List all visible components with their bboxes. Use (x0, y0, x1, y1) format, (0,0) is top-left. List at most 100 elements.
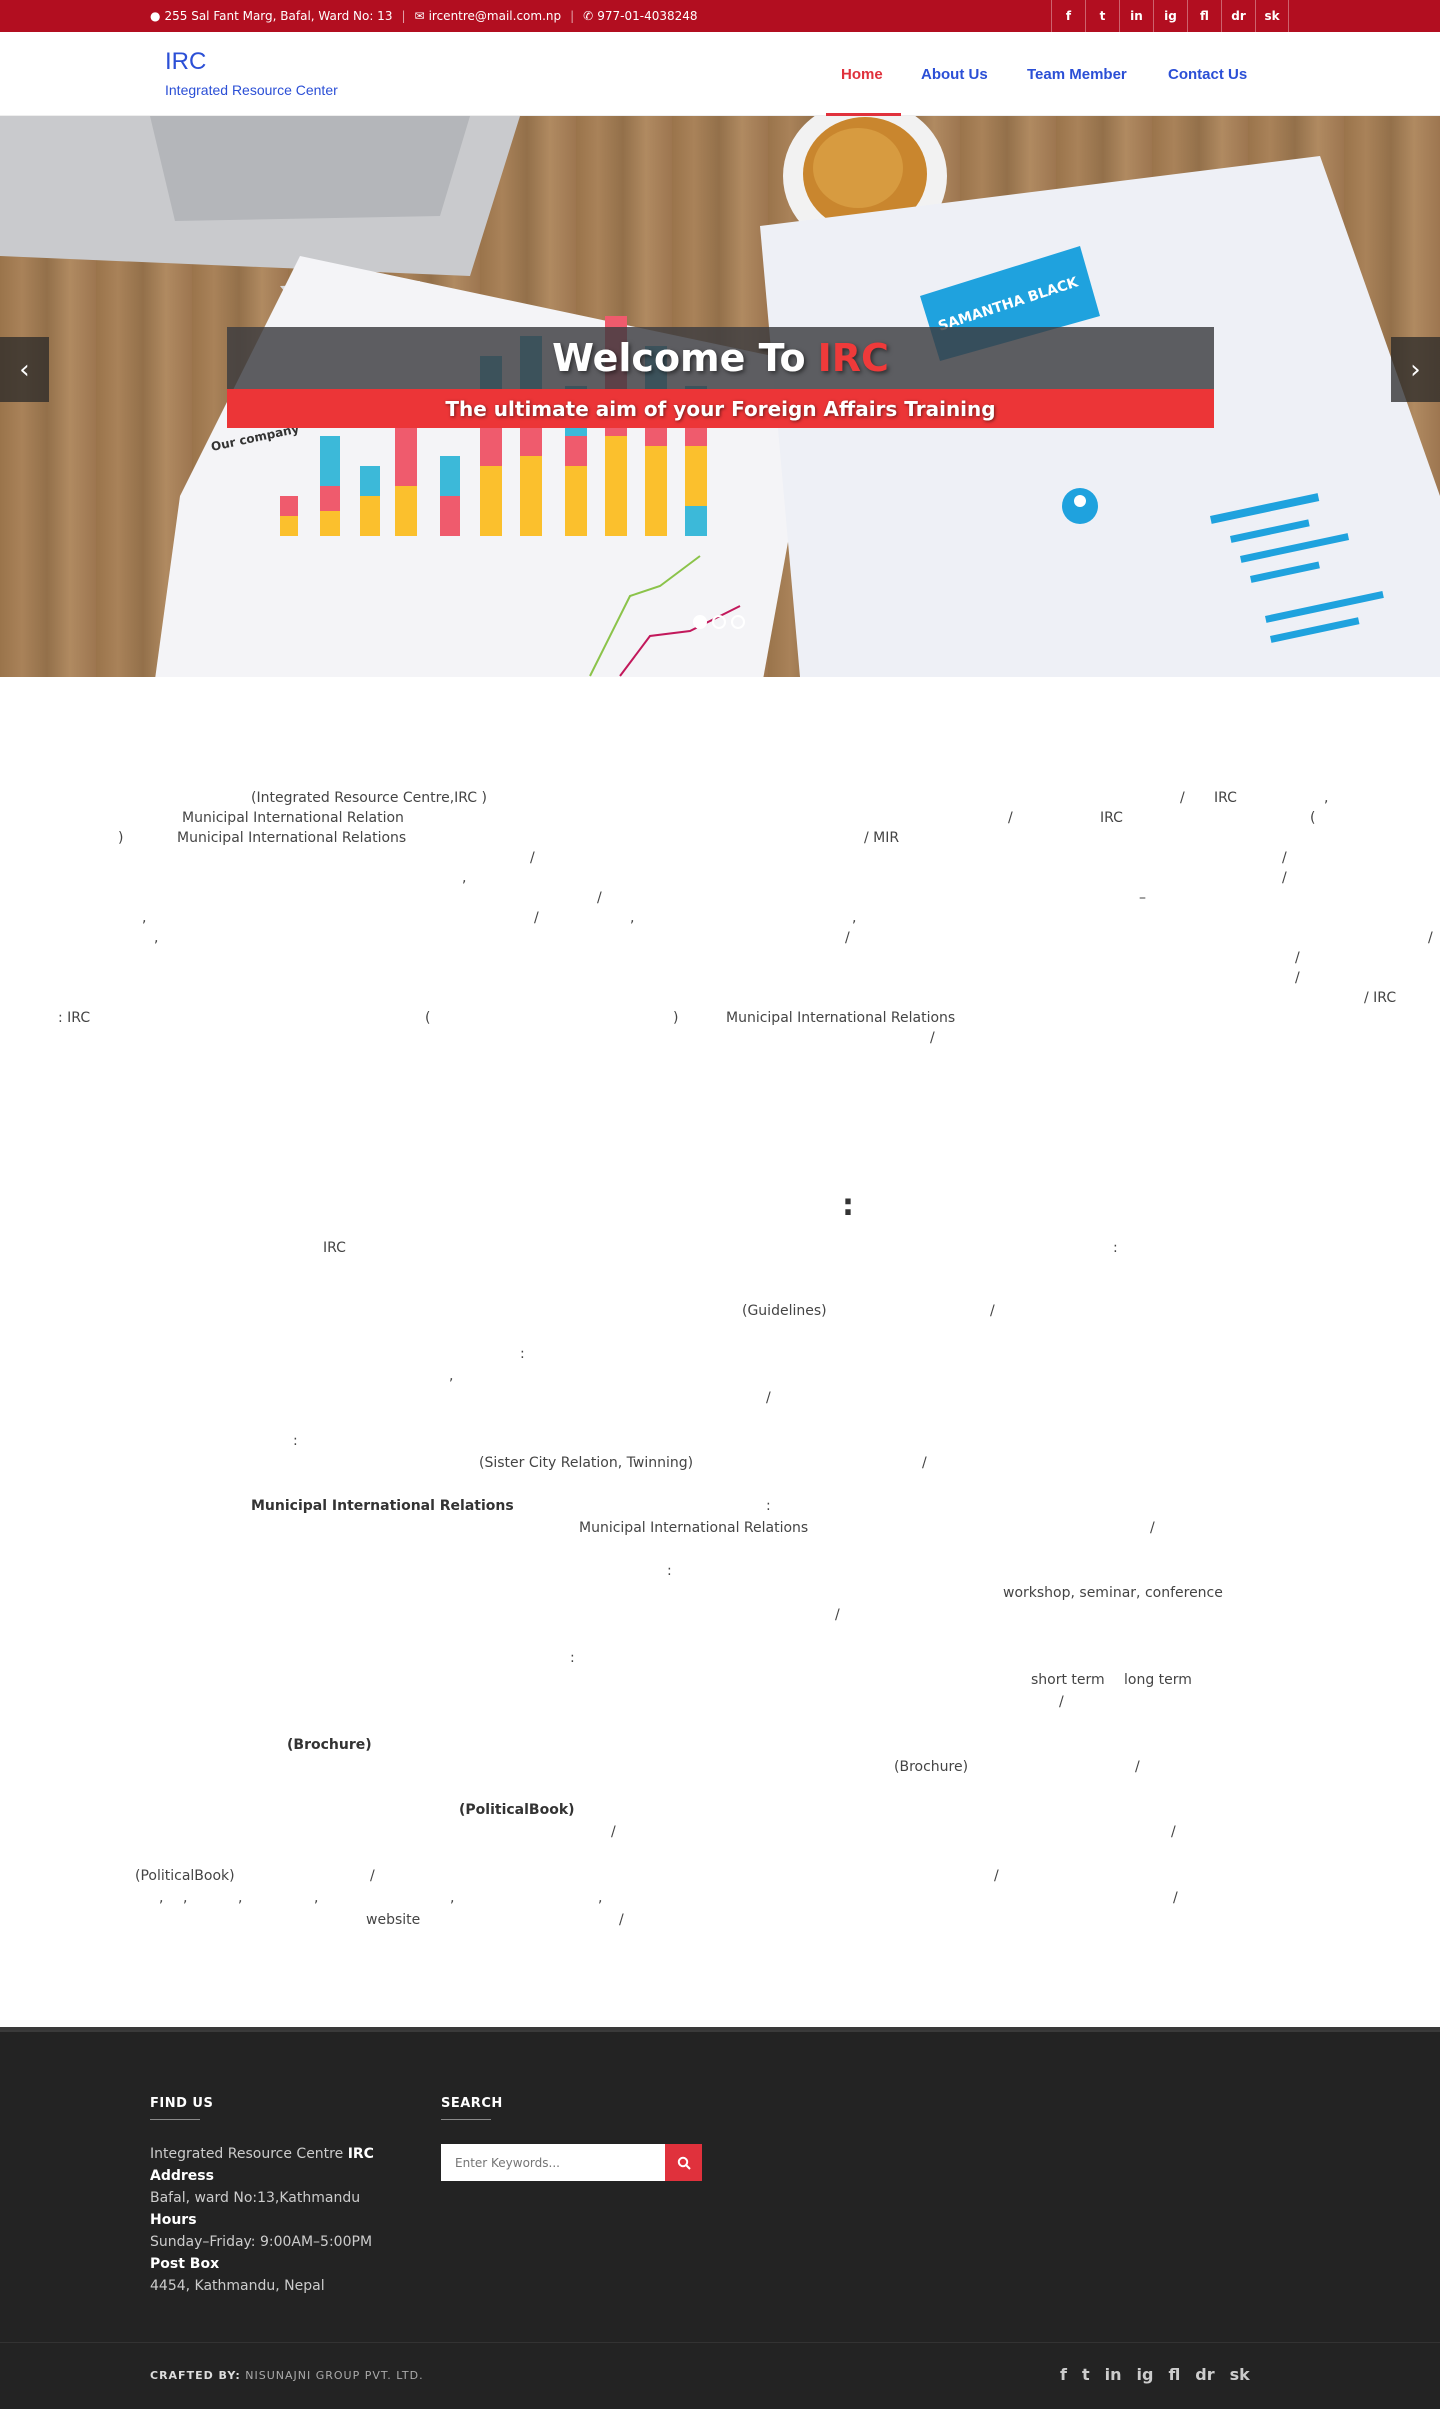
search-icon (677, 2156, 691, 2170)
services-text: , (314, 1890, 319, 1906)
facebook-icon[interactable]: f (1051, 0, 1085, 32)
search-button[interactable] (665, 2144, 702, 2181)
laptop-trackpad (150, 116, 470, 221)
address-item: ● 255 Sal Fant Marg, Bafal, Ward No: 13 (150, 9, 392, 23)
instagram-icon[interactable]: ig (1153, 0, 1187, 32)
phone-item: ✆ 977-01-4038248 (583, 9, 697, 23)
slide-dot[interactable] (712, 615, 726, 629)
services-text: : (570, 1650, 575, 1666)
email-text[interactable]: ircentre@mail.com.np (429, 9, 562, 23)
intro-text: / (930, 1030, 935, 1046)
services-text: (Sister City Relation, Twinning) (479, 1455, 694, 1471)
intro-text: ( (425, 1010, 431, 1026)
services-text: (PoliticalBook) (135, 1868, 235, 1884)
services-text: Municipal International Relations (579, 1520, 809, 1536)
services-text: short term (1031, 1672, 1105, 1688)
social-links: f t in ig fl dr sk (1051, 0, 1289, 32)
intro-text: – (1139, 890, 1146, 906)
services-text: / (835, 1607, 840, 1623)
site-footer: FIND US SEARCH Integrated Resource Centr… (0, 2027, 1440, 2409)
nav-contact-us[interactable]: Contact Us (1168, 66, 1247, 83)
intro-text: / MIR (864, 830, 900, 846)
intro-text: , (1324, 790, 1329, 806)
services-text: long term (1124, 1672, 1192, 1688)
chevron-right-icon: › (1410, 354, 1421, 385)
services-text: / (1150, 1520, 1155, 1536)
hours-label: Hours (150, 2212, 197, 2228)
slider-indicators (693, 615, 745, 629)
intro-text: Municipal International Relations (726, 1010, 956, 1026)
slide-title-highlight: IRC (817, 336, 889, 380)
org-name: Integrated Resource Centre (150, 2146, 344, 2162)
slide-title-prefix: Welcome To (552, 336, 806, 380)
slide-dot[interactable] (731, 615, 745, 629)
services-text: / (611, 1824, 616, 1840)
hours-value: Sunday–Friday: 9:00AM–5:00PM (150, 2234, 373, 2250)
services-text: : (293, 1433, 298, 1449)
postbox-value: 4454, Kathmandu, Nepal (150, 2278, 325, 2294)
footer-divider (0, 2342, 1440, 2343)
twitter-icon[interactable]: t (1085, 0, 1119, 32)
phone-text: 977-01-4038248 (597, 9, 698, 23)
nav-home[interactable]: Home (841, 66, 883, 83)
flickr-icon[interactable]: fl (1168, 2365, 1180, 2384)
crafted-by-company[interactable]: NISUNAJNI GROUP PVT. LTD. (245, 2369, 423, 2382)
search-input[interactable] (441, 2144, 665, 2181)
nav-team-member[interactable]: Team Member (1027, 66, 1127, 83)
intro-text: , (154, 930, 159, 946)
flickr-icon[interactable]: fl (1187, 0, 1221, 32)
dribbble-icon[interactable]: dr (1221, 0, 1255, 32)
linkedin-icon[interactable]: in (1119, 0, 1153, 32)
address-value: Bafal, ward No:13,Kathmandu (150, 2190, 361, 2206)
services-text: (PoliticalBook) (459, 1802, 575, 1818)
intro-text: / (1282, 870, 1287, 886)
services-text: / (1059, 1694, 1064, 1710)
intro-text: / (1282, 850, 1287, 866)
intro-text: Municipal International Relation (182, 810, 404, 826)
slider-prev-button[interactable]: ‹ (0, 337, 49, 402)
intro-text: / (1295, 950, 1300, 966)
slider-next-button[interactable]: › (1391, 337, 1440, 402)
heading-underline (150, 2119, 200, 2120)
find-us-heading: FIND US (150, 2096, 214, 2111)
map-marker-icon: ● (150, 9, 161, 23)
intro-text: / (597, 890, 602, 906)
services-text: / (990, 1303, 995, 1319)
org-abbr: IRC (347, 2146, 374, 2162)
intro-text: / (1428, 930, 1433, 946)
services-text: / (1173, 1890, 1178, 1906)
intro-text: / (845, 930, 850, 946)
slide-dot[interactable] (693, 615, 707, 629)
services-text: workshop, seminar, conference (1003, 1585, 1223, 1601)
services-text: / (766, 1390, 771, 1406)
services-text: , (159, 1890, 164, 1906)
skype-icon[interactable]: sk (1255, 0, 1289, 32)
intro-text: , (462, 870, 467, 886)
brand-name[interactable]: IRC (165, 48, 206, 76)
crafted-by: CRAFTED BY: NISUNAJNI GROUP PVT. LTD. (150, 2369, 424, 2382)
services-text: / (1135, 1759, 1140, 1775)
postbox-label: Post Box (150, 2256, 220, 2272)
facebook-icon[interactable]: f (1060, 2365, 1067, 2384)
instagram-icon[interactable]: ig (1137, 2365, 1154, 2384)
linkedin-icon[interactable]: in (1105, 2365, 1122, 2384)
intro-text: IRC (1100, 810, 1123, 826)
brand-subtitle[interactable]: Integrated Resource Center (165, 82, 338, 98)
nav-about-us[interactable]: About Us (921, 66, 988, 83)
skype-icon[interactable]: sk (1230, 2365, 1250, 2384)
intro-text: ) (118, 830, 124, 846)
address-text: 255 Sal Fant Marg, Bafal, Ward No: 13 (164, 9, 393, 23)
services-text: (Brochure) (287, 1737, 372, 1753)
intro-text: IRC (1214, 790, 1237, 806)
email-item[interactable]: ✉ ircentre@mail.com.np (415, 9, 562, 23)
intro-text: / IRC (1364, 990, 1397, 1006)
contact-info: ● 255 Sal Fant Marg, Bafal, Ward No: 13 … (150, 0, 698, 32)
services-text: / (1171, 1824, 1176, 1840)
services-text: / (619, 1912, 624, 1928)
dribbble-icon[interactable]: dr (1195, 2365, 1214, 2384)
twitter-icon[interactable]: t (1082, 2365, 1090, 2384)
services-text: , (183, 1890, 188, 1906)
services-text: : (1113, 1240, 1118, 1256)
org-line: Integrated Resource Centre IRC (150, 2146, 374, 2162)
intro-text: / (1295, 970, 1300, 986)
